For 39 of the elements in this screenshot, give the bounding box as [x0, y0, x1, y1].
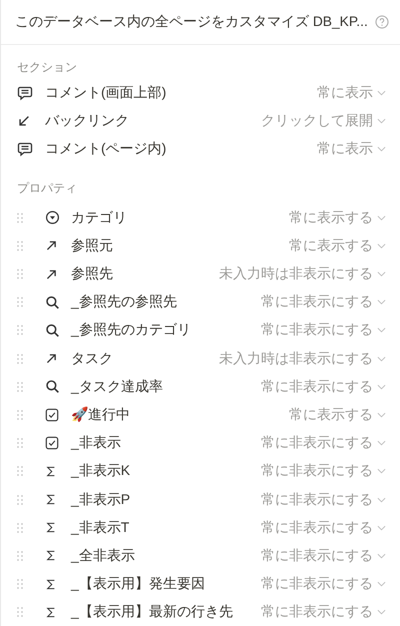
property-name: _非表示T	[71, 518, 130, 537]
property-name: 参照先	[71, 265, 114, 284]
visibility-dropdown[interactable]: 常に表示する	[289, 236, 386, 255]
visibility-dropdown[interactable]: 常に非表示にする	[261, 603, 386, 622]
visibility-dropdown[interactable]: クリックして展開	[261, 112, 386, 130]
property-name: _【表示用】最新の行き先	[71, 603, 234, 622]
panel-title: このデータベース内の全ページをカスタマイズ DB_KP...	[15, 13, 369, 31]
visibility-dropdown[interactable]: 常に非表示にする	[261, 575, 386, 594]
section-name: コメント(ページ内)	[45, 140, 168, 158]
visibility-dropdown[interactable]: 常に非表示にする	[261, 378, 386, 396]
property-name: _タスク達成率	[71, 378, 164, 396]
property-name: _参照先の参照先	[71, 293, 178, 312]
property-name: _非表示	[71, 434, 122, 452]
property-name: _全非表示	[71, 546, 136, 565]
visibility-dropdown[interactable]: 常に表示する	[289, 208, 386, 227]
visibility-dropdown[interactable]: 常に非表示にする	[261, 434, 386, 452]
property-name: _参照先のカテゴリ	[71, 321, 192, 340]
property-name: タスク	[71, 350, 114, 368]
visibility-dropdown[interactable]: 常に非表示にする	[261, 546, 386, 565]
visibility-dropdown[interactable]: 常に非表示にする	[261, 462, 386, 480]
visibility-dropdown[interactable]: 常に非表示にする	[261, 518, 386, 537]
property-name: _【表示用】発生要因	[71, 575, 206, 594]
section-name: バックリンク	[45, 112, 130, 130]
visibility-dropdown[interactable]: 常に非表示にする	[261, 490, 386, 509]
section-name: コメント(画面上部)	[45, 84, 168, 102]
property-name: _非表示K	[71, 462, 132, 480]
visibility-dropdown[interactable]: 常に表示	[317, 140, 386, 158]
visibility-dropdown[interactable]: 未入力時は非表示にする	[219, 265, 386, 284]
section-heading: プロパティ	[17, 180, 78, 197]
visibility-dropdown[interactable]: 常に非表示にする	[261, 293, 386, 312]
visibility-dropdown[interactable]: 常に表示	[317, 84, 386, 102]
property-name: カテゴリ	[71, 208, 128, 227]
property-name: _非表示P	[71, 490, 132, 509]
property-name: 🚀進行中	[71, 406, 131, 424]
visibility-dropdown[interactable]: 常に非表示にする	[261, 321, 386, 340]
visibility-dropdown[interactable]: 常に表示する	[289, 406, 386, 424]
visibility-dropdown[interactable]: 未入力時は非表示にする	[219, 350, 386, 368]
section-heading: セクション	[17, 59, 78, 76]
property-name: 参照元	[71, 236, 114, 255]
